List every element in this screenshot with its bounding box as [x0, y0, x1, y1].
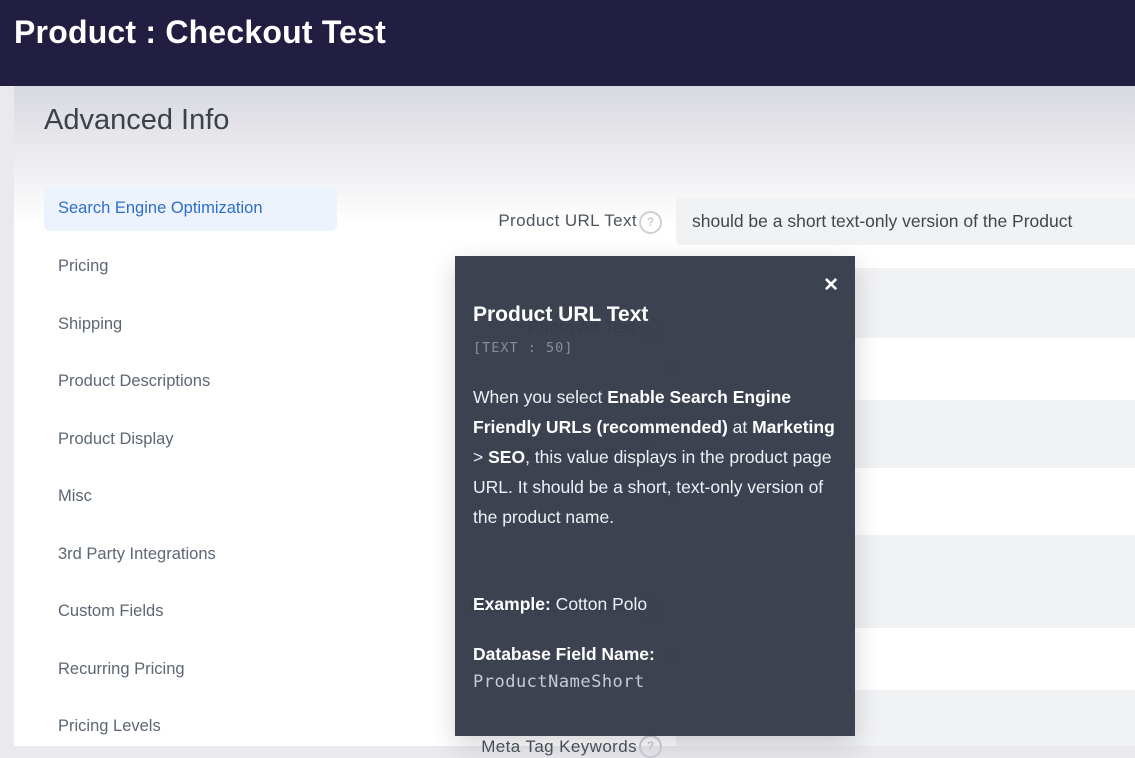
product-url-text-input[interactable] [676, 197, 1135, 245]
app-header: Product : Checkout Test [0, 0, 1135, 86]
sidebar-item-custom-fields[interactable]: Custom Fields [44, 602, 337, 621]
page-title: Advanced Info [44, 104, 229, 137]
field-label-product-url-text: Product URL Text [300, 211, 637, 231]
tooltip-example: Example: Cotton Polo [473, 594, 837, 615]
sidebar-item-shipping[interactable]: Shipping [44, 315, 337, 334]
field-help-tooltip: ✕ Product URL Text [TEXT : 50] When you … [455, 256, 855, 736]
tooltip-description: When you select Enable Search Engine Fri… [473, 382, 837, 532]
close-icon[interactable]: ✕ [823, 276, 839, 295]
page-header-title: Product : Checkout Test [14, 14, 386, 51]
sidebar-item-pricing[interactable]: Pricing [44, 257, 337, 276]
sidebar-item-3rd-party-integrations[interactable]: 3rd Party Integrations [44, 545, 337, 564]
sidebar-item-recurring-pricing[interactable]: Recurring Pricing [44, 660, 337, 679]
tooltip-title: Product URL Text [473, 303, 648, 327]
sidebar-item-misc[interactable]: Misc [44, 487, 337, 506]
tooltip-field-type-tag: [TEXT : 50] [473, 340, 573, 356]
help-icon[interactable]: ? [639, 211, 662, 234]
sidebar-item-product-descriptions[interactable]: Product Descriptions [44, 372, 337, 391]
tooltip-db-field-label: Database Field Name: [473, 644, 837, 665]
sidebar-item-pricing-levels[interactable]: Pricing Levels [44, 717, 337, 736]
sidebar-item-search-engine-optimization[interactable]: Search Engine Optimization [44, 186, 337, 231]
help-icon[interactable]: ? [639, 735, 662, 758]
tooltip-db-field-value: ProductNameShort [473, 672, 837, 692]
sidebar-item-product-display[interactable]: Product Display [44, 430, 337, 449]
field-label-meta-tag-keywords: Meta Tag Keywords [300, 737, 637, 757]
